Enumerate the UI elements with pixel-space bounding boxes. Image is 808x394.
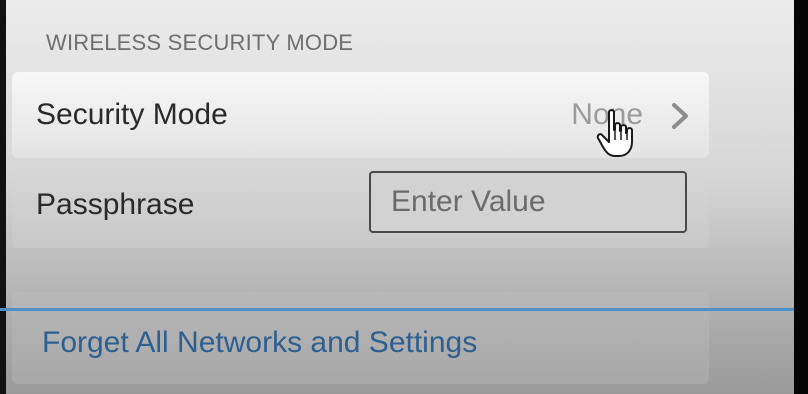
chevron-right-icon — [672, 103, 688, 129]
highlight-divider-line — [0, 308, 808, 311]
window-edge — [794, 0, 808, 394]
passphrase-label: Passphrase — [36, 188, 195, 221]
security-mode-label: Security Mode — [36, 98, 228, 131]
section-header: WIRELESS SECURITY MODE — [46, 30, 354, 55]
forget-all-networks-link[interactable]: Forget All Networks and Settings — [42, 326, 477, 360]
passphrase-row: Passphrase — [12, 162, 709, 248]
passphrase-input[interactable] — [369, 171, 687, 233]
hand-pointer-icon — [596, 109, 633, 157]
forget-row[interactable]: Forget All Networks and Settings — [12, 292, 709, 384]
settings-screen: WIRELESS SECURITY MODE Security Mode Non… — [6, 0, 794, 394]
